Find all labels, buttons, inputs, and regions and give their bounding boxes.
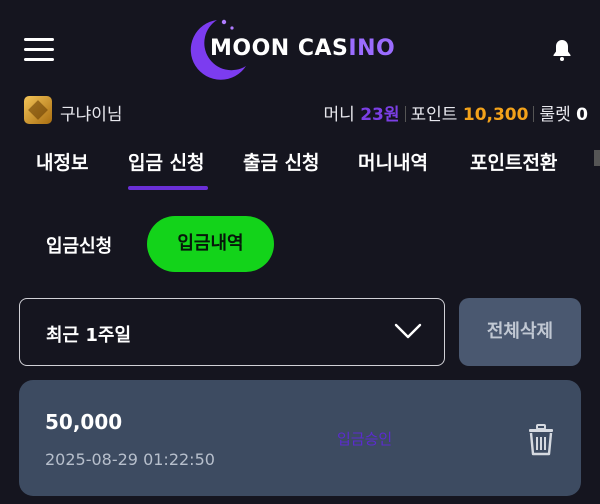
tab-overflow-indicator [594,150,600,166]
bell-icon[interactable] [550,38,574,62]
roulette-value: 0 [576,105,588,125]
avatar [24,96,52,124]
tab-deposit-request[interactable]: 입금 신청 [128,148,205,175]
period-filter-select[interactable]: 최근 1주일 [19,298,445,366]
username: 구냐이님 [60,105,123,125]
money-label: 머니 [323,105,355,125]
tab-money-history[interactable]: 머니내역 [358,148,428,175]
period-filter-value: 최근 1주일 [46,325,132,346]
logo-text-accent: INO [348,36,396,61]
deposit-datetime: 2025-08-29 01:22:50 [45,450,215,469]
money-value: 23원 [360,105,400,125]
point-value: 10,300 [462,105,529,125]
delete-all-button[interactable]: 전체삭제 [459,298,581,366]
moon-casino-logo[interactable]: MOON CASINO [184,16,424,82]
trash-icon[interactable] [527,424,555,456]
deposit-status-badge: 입금승인 [337,430,393,448]
tab-point-conversion[interactable]: 포인트전환 [470,148,557,175]
subtab-deposit-history[interactable]: 입금내역 [147,216,274,272]
logo-text-main: MOON CAS [210,36,349,61]
sub-tabs: 입금신청 입금내역 [0,214,600,274]
tab-my-info[interactable]: 내정보 [36,148,88,175]
user-info-bar: 구냐이님 머니 23원 포인트 10,300 룰렛 0 [0,94,600,128]
app-header: MOON CASINO [0,0,600,96]
roulette-label: 룰렛 [539,105,571,125]
subtab-deposit-request[interactable]: 입금신청 [46,232,112,258]
balance-summary: 머니 23원 포인트 10,300 룰렛 0 [324,100,588,125]
hamburger-menu-icon[interactable] [24,38,54,62]
divider [533,106,535,122]
deposit-amount: 50,000 [45,410,123,434]
deposit-record-card: 50,000 2025-08-29 01:22:50 입금승인 [19,380,581,496]
tab-withdraw-request[interactable]: 출금 신청 [243,148,320,175]
main-tabs: 내정보 입금 신청 출금 신청 머니내역 포인트전환 [0,136,600,192]
chevron-down-icon [394,323,422,339]
divider [404,106,406,122]
point-label: 포인트 [410,105,458,125]
active-tab-indicator [128,186,208,190]
